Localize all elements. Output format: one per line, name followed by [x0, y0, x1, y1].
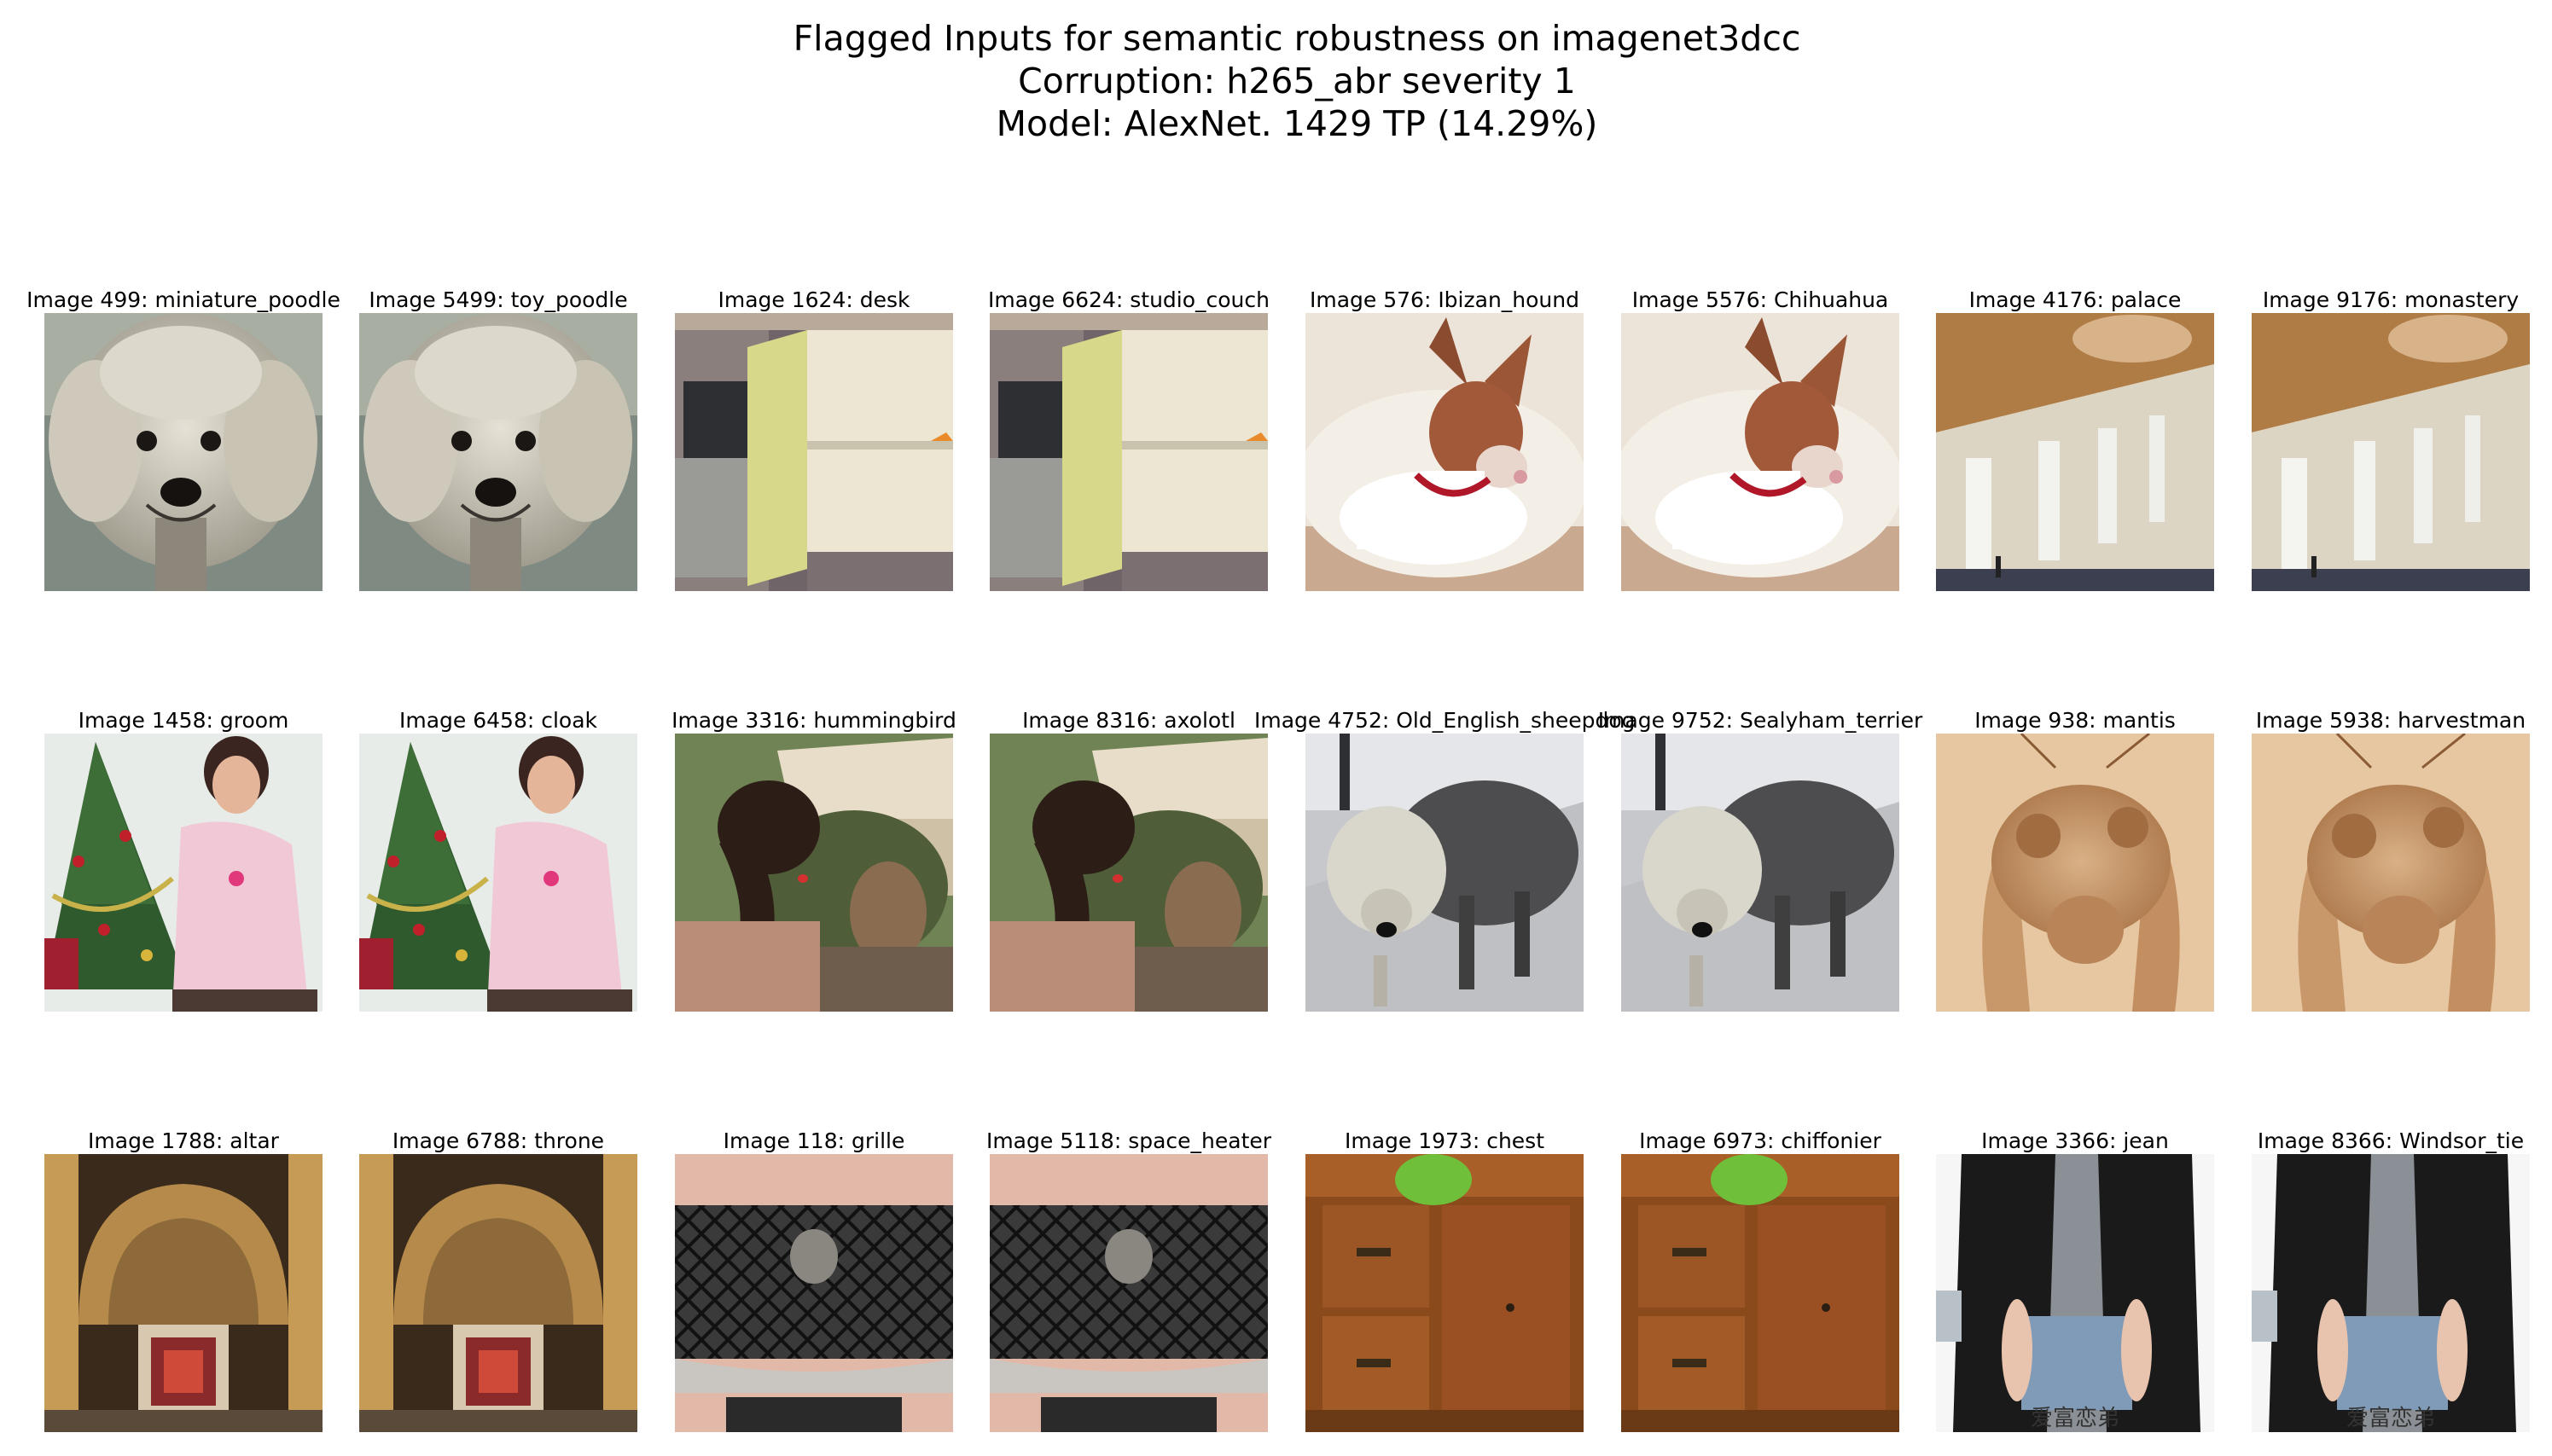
grid-cell: Image 6973: chiffonier	[1621, 1130, 1899, 1436]
image-thumbnail	[1936, 734, 2214, 1012]
image-thumbnail	[1305, 1154, 1584, 1432]
grid-cell: Image 118: grille	[675, 1130, 953, 1436]
grid-cell: Image 1788: altar	[44, 1130, 323, 1436]
title-line-1: Flagged Inputs for semantic robustness o…	[793, 18, 1801, 59]
title-line-3: Model: AlexNet. 1429 TP (14.29%)	[996, 103, 1598, 144]
image-thumbnail	[1936, 313, 2214, 591]
image-thumbnail	[2252, 734, 2530, 1012]
grid-cell: Image 3366: jean 爱富恋弟	[1936, 1130, 2214, 1436]
svg-text:爱富恋弟: 爱富恋弟	[2031, 1406, 2119, 1431]
image-thumbnail	[990, 734, 1268, 1012]
image-caption: Image 9176: monastery	[2262, 287, 2520, 312]
image-caption: Image 5938: harvestman	[2255, 708, 2526, 733]
image-thumbnail	[675, 313, 953, 591]
grid-cell: Image 5499: toy_poodle	[359, 289, 637, 595]
grid-cell: Image 1973: chest	[1305, 1130, 1584, 1436]
image-thumbnail	[44, 313, 323, 591]
image-thumbnail: 爱富恋弟	[2252, 1154, 2530, 1432]
image-thumbnail	[1621, 1154, 1899, 1432]
image-thumbnail	[1305, 734, 1584, 1012]
grid-cell: Image 6458: cloak	[359, 710, 637, 1015]
grid-cell: Image 5938: harvestman	[2252, 710, 2530, 1015]
grid-cell: Image 6624: studio_couch	[988, 289, 1270, 595]
grid-cell: Image 5576: Chihuahua	[1621, 289, 1899, 595]
image-thumbnail	[990, 313, 1268, 591]
image-caption: Image 8366: Windsor_tie	[2257, 1128, 2525, 1153]
grid-cell: Image 499: miniature_poodle	[26, 289, 340, 595]
grid-cell: Image 8316: axolotl	[990, 710, 1268, 1015]
svg-text:爱富恋弟: 爱富恋弟	[2346, 1406, 2435, 1431]
image-thumbnail	[1621, 313, 1899, 591]
grid-cell: Image 5118: space_heater	[986, 1130, 1271, 1436]
grid-cell: Image 938: mantis	[1936, 710, 2214, 1015]
grid-cell: Image 9176: monastery	[2252, 289, 2530, 595]
image-thumbnail	[44, 734, 323, 1012]
image-thumbnail	[675, 734, 953, 1012]
image-thumbnail	[2252, 313, 2530, 591]
grid-cell: Image 1458: groom	[44, 710, 323, 1015]
image-thumbnail	[1621, 734, 1899, 1012]
grid-cell: Image 4176: palace	[1936, 289, 2214, 595]
image-thumbnail	[1305, 313, 1584, 591]
image-thumbnail	[359, 313, 637, 591]
title-line-2: Corruption: h265_abr severity 1	[1018, 61, 1576, 102]
grid-cell: Image 9752: Sealyham_terrier	[1598, 710, 1922, 1015]
figure-title: Flagged Inputs for semantic robustness o…	[0, 17, 2552, 145]
grid-cell: Image 8366: Windsor_tie 爱富恋弟	[2252, 1130, 2530, 1436]
grid-cell: Image 1624: desk	[675, 289, 953, 595]
grid-cell: Image 6788: throne	[359, 1130, 637, 1436]
image-thumbnail	[44, 1154, 323, 1432]
image-thumbnail	[990, 1154, 1268, 1432]
image-thumbnail: 爱富恋弟	[1936, 1154, 2214, 1432]
grid-cell: Image 4752: Old_English_sheepdog	[1254, 710, 1636, 1015]
grid-cell: Image 576: Ibizan_hound	[1305, 289, 1584, 595]
grid-cell: Image 3316: hummingbird	[671, 710, 956, 1015]
image-thumbnail	[359, 1154, 637, 1432]
image-thumbnail	[359, 734, 637, 1012]
image-thumbnail	[675, 1154, 953, 1432]
